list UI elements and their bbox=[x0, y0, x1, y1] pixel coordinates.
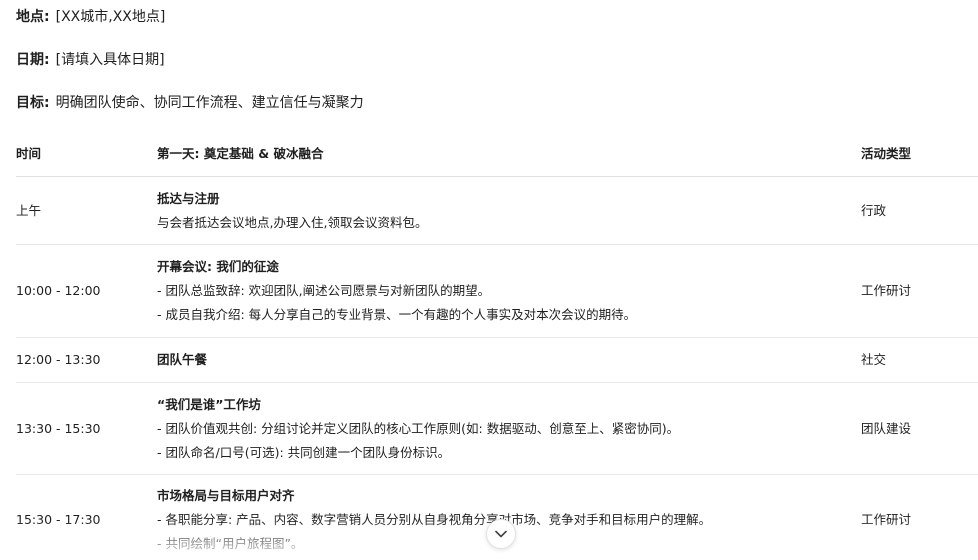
row-title: 抵达与注册 bbox=[157, 190, 220, 206]
meta-goal: 目标: 明确团队使命、协同工作流程、建立信任与凝聚力 bbox=[16, 93, 364, 113]
table-header-row: 时间 第一天: 奠定基础 & 破冰融合 活动类型 bbox=[16, 131, 978, 177]
header-time: 时间 bbox=[16, 145, 42, 161]
row-detail: 与会者抵达会议地点,办理入住,领取会议资料包。 bbox=[157, 214, 428, 230]
goal-label: 目标: bbox=[16, 95, 50, 111]
row-content: 抵达与注册 与会者抵达会议地点,办理入住,领取会议资料包。 bbox=[157, 187, 861, 235]
row-time: 13:30 - 15:30 bbox=[16, 420, 101, 436]
location-value: [XX城市,XX地点] bbox=[55, 9, 166, 25]
row-content: “我们是谁”工作坊 - 团队价值观共创: 分组讨论并定义团队的核心工作原则(如:… bbox=[157, 393, 861, 465]
row-type: 工作研讨 bbox=[861, 511, 912, 527]
table-row: 10:00 - 12:00 开幕会议: 我们的征途 - 团队总监致辞: 欢迎团队… bbox=[16, 245, 978, 338]
chevron-down-icon bbox=[495, 530, 507, 538]
meta-date: 日期: [请填入具体日期] bbox=[16, 50, 165, 70]
table-row: 13:30 - 15:30 “我们是谁”工作坊 - 团队价值观共创: 分组讨论并… bbox=[16, 383, 978, 475]
scroll-down-button[interactable] bbox=[486, 519, 516, 549]
row-content: 团队午餐 bbox=[157, 348, 861, 372]
row-time: 15:30 - 17:30 bbox=[16, 511, 101, 527]
row-detail: - 团队价值观共创: 分组讨论并定义团队的核心工作原则(如: 数据驱动、创意至上… bbox=[157, 420, 680, 436]
date-label: 日期: bbox=[16, 52, 50, 68]
row-content: 开幕会议: 我们的征途 - 团队总监致辞: 欢迎团队,阐述公司愿景与对新团队的期… bbox=[157, 255, 861, 327]
row-time: 上午 bbox=[16, 202, 42, 218]
table-row: 12:00 - 13:30 团队午餐 社交 bbox=[16, 338, 978, 383]
date-value: [请填入具体日期] bbox=[55, 52, 165, 68]
row-title: 市场格局与目标用户对齐 bbox=[157, 487, 295, 503]
row-time: 12:00 - 13:30 bbox=[16, 352, 101, 367]
row-type: 行政 bbox=[861, 202, 887, 218]
meta-location: 地点: [XX城市,XX地点] bbox=[16, 7, 165, 27]
row-detail: - 成员自我介绍: 每人分享自己的专业背景、一个有趣的个人事实及对本次会议的期待… bbox=[157, 307, 637, 322]
row-detail: - 团队命名/口号(可选): 共同创建一个团队身份标识。 bbox=[157, 444, 451, 460]
row-time: 10:00 - 12:00 bbox=[16, 283, 101, 298]
location-label: 地点: bbox=[16, 9, 50, 25]
row-type: 社交 bbox=[861, 352, 887, 367]
row-detail: - 团队总监致辞: 欢迎团队,阐述公司愿景与对新团队的期望。 bbox=[157, 283, 491, 298]
header-type: 活动类型 bbox=[861, 145, 912, 161]
header-content: 第一天: 奠定基础 & 破冰融合 bbox=[157, 145, 324, 161]
row-type: 团队建设 bbox=[861, 420, 912, 436]
agenda-table: 时间 第一天: 奠定基础 & 破冰融合 活动类型 上午 抵达与注册 与会者抵达会… bbox=[16, 131, 978, 560]
row-title: 团队午餐 bbox=[157, 352, 208, 367]
row-title: 开幕会议: 我们的征途 bbox=[157, 259, 279, 274]
table-row: 上午 抵达与注册 与会者抵达会议地点,办理入住,领取会议资料包。 行政 bbox=[16, 177, 978, 245]
row-type: 工作研讨 bbox=[861, 283, 912, 298]
row-title: “我们是谁”工作坊 bbox=[157, 396, 261, 412]
goal-value: 明确团队使命、协同工作流程、建立信任与凝聚力 bbox=[55, 95, 364, 111]
document-page: 地点: [XX城市,XX地点] 日期: [请填入具体日期] 目标: 明确团队使命、协同… bbox=[0, 0, 978, 560]
